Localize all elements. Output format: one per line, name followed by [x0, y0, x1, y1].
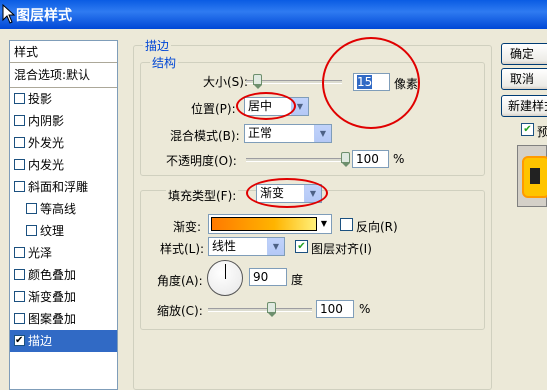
sidebar-item-drop-shadow[interactable]: 投影: [10, 88, 117, 110]
preview-label: 预览: [537, 125, 547, 139]
angle-unit: 度: [291, 273, 304, 287]
checkbox[interactable]: [14, 181, 25, 192]
align-layer-checkbox[interactable]: ✔: [295, 240, 308, 253]
angle-label: 角度(A):: [157, 274, 203, 288]
stroke-group-title: 描边: [143, 37, 172, 54]
scale-label: 缩放(C):: [157, 304, 203, 318]
checkbox[interactable]: [14, 93, 25, 104]
sidebar-item-label: 图案叠加: [28, 312, 77, 326]
chevron-down-icon[interactable]: ▼: [319, 217, 329, 231]
opacity-slider-thumb[interactable]: [341, 152, 350, 167]
sidebar-item-inner-shadow[interactable]: 内阴影: [10, 110, 117, 132]
checkbox[interactable]: [14, 291, 25, 302]
fill-type-label: 填充类型(F):: [166, 187, 239, 204]
sidebar-item-label: 外发光: [28, 136, 65, 150]
style-preview-thumbnail: [517, 145, 547, 207]
structure-group-title: 结构: [150, 54, 179, 71]
style-label: 样式(L):: [160, 242, 205, 256]
reverse-checkbox[interactable]: [340, 218, 353, 231]
angle-dial[interactable]: [207, 260, 243, 296]
gradient-swatch[interactable]: [211, 217, 317, 231]
chevron-down-icon[interactable]: ▼: [314, 125, 331, 142]
cancel-button[interactable]: 取消: [501, 68, 547, 90]
title-bar: 图层样式: [0, 0, 547, 29]
sidebar-item-texture[interactable]: 纹理: [10, 220, 117, 242]
sidebar-item-contour[interactable]: 等高线: [10, 198, 117, 220]
sidebar-item-label: 纹理: [40, 224, 65, 238]
checkbox[interactable]: [14, 269, 25, 280]
checkbox[interactable]: [14, 115, 25, 126]
style-select[interactable]: 线性 ▼: [208, 237, 285, 256]
sidebar-item-color-overlay[interactable]: 颜色叠加: [10, 264, 117, 286]
sidebar-item-label: 颜色叠加: [28, 268, 77, 282]
size-slider-thumb[interactable]: [253, 74, 262, 89]
blend-mode-select[interactable]: 正常 ▼: [244, 124, 332, 143]
align-layer-label: 图层对齐(I): [311, 242, 372, 256]
checkbox[interactable]: [26, 203, 37, 214]
preview-checkbox[interactable]: ✔: [521, 123, 534, 136]
opacity-slider[interactable]: [246, 158, 346, 162]
checkbox[interactable]: [14, 137, 25, 148]
checkbox[interactable]: [14, 313, 25, 324]
sidebar-item-label: 等高线: [40, 202, 77, 216]
sidebar-item-label: 描边: [28, 334, 53, 348]
opacity-unit: %: [393, 152, 405, 166]
reverse-label: 反向(R): [356, 220, 398, 234]
new-style-button[interactable]: 新建样式: [501, 95, 547, 117]
blend-mode-label: 混合模式(B):: [170, 129, 240, 143]
sidebar-item-satin[interactable]: 光泽: [10, 242, 117, 264]
size-label: 大小(S):: [203, 75, 249, 89]
sidebar-item-label: 斜面和浮雕: [28, 180, 89, 194]
sidebar-item-blend-options[interactable]: 混合选项:默认: [10, 64, 117, 86]
checkbox[interactable]: [14, 247, 25, 258]
position-label: 位置(P):: [191, 102, 236, 116]
scale-slider-thumb[interactable]: [267, 302, 276, 317]
sidebar-item-gradient-overlay[interactable]: 渐变叠加: [10, 286, 117, 308]
annotation-circle: [246, 178, 328, 208]
annotation-circle: [322, 37, 420, 129]
sidebar-item-label: 渐变叠加: [28, 290, 77, 304]
cursor-icon: [2, 4, 16, 24]
scale-input[interactable]: 100: [316, 300, 354, 318]
sidebar-item-inner-glow[interactable]: 内发光: [10, 154, 117, 176]
opacity-label: 不透明度(O):: [166, 154, 237, 168]
angle-input[interactable]: 90: [249, 268, 287, 286]
checkbox[interactable]: [14, 330, 25, 352]
gradient-picker[interactable]: ▼: [208, 214, 332, 234]
sidebar-header: 样式: [10, 41, 117, 63]
sidebar-item-label: 内阴影: [28, 114, 65, 128]
sidebar-item-bevel-emboss[interactable]: 斜面和浮雕: [10, 176, 117, 198]
sidebar-item-label: 投影: [28, 92, 53, 106]
sidebar-item-label: 内发光: [28, 158, 65, 172]
window-title: 图层样式: [16, 8, 72, 24]
checkbox[interactable]: [14, 159, 25, 170]
checkbox[interactable]: [26, 225, 37, 236]
sidebar-item-pattern-overlay[interactable]: 图案叠加: [10, 308, 117, 330]
ok-button[interactable]: 确定: [501, 43, 547, 65]
scale-unit: %: [359, 302, 371, 316]
sidebar-item-outer-glow[interactable]: 外发光: [10, 132, 117, 154]
annotation-circle: [236, 92, 296, 120]
sidebar-item-stroke[interactable]: 描边: [10, 330, 117, 352]
chevron-down-icon[interactable]: ▼: [267, 238, 284, 255]
styles-sidebar: 样式 混合选项:默认 投影 内阴影 外发光 内发光 斜面和浮雕 等高线 纹理 光…: [9, 40, 118, 390]
sidebar-item-label: 光泽: [28, 246, 53, 260]
scale-slider[interactable]: [208, 308, 312, 312]
gradient-label: 渐变:: [173, 220, 202, 234]
opacity-input[interactable]: 100: [352, 150, 389, 168]
